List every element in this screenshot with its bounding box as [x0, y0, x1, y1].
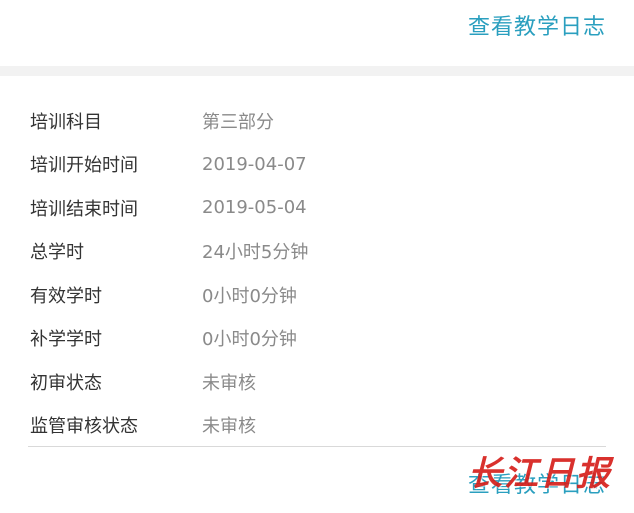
row-value: 2019-04-07 — [202, 153, 307, 175]
info-row-start-time: 培训开始时间 2019-04-07 — [30, 143, 610, 187]
info-row-supervision-review-status: 监管审核状态 未审核 — [30, 404, 610, 448]
row-label: 监管审核状态 — [30, 416, 138, 438]
info-row-makeup-hours: 补学学时 0小时0分钟 — [30, 317, 610, 361]
row-value: 0小时0分钟 — [202, 285, 297, 307]
row-value: 第三部分 — [202, 111, 274, 133]
info-row-subject: 培训科目 第三部分 — [30, 99, 610, 143]
top-bar: 查看教学日志 — [0, 0, 634, 66]
row-label: 补学学时 — [30, 329, 102, 351]
row-label: 总学时 — [30, 242, 84, 264]
row-value: 24小时5分钟 — [202, 242, 309, 264]
row-label: 培训开始时间 — [30, 155, 138, 177]
row-label: 培训结束时间 — [30, 198, 138, 220]
row-value: 未审核 — [202, 372, 256, 394]
row-label: 有效学时 — [30, 285, 102, 307]
row-value: 2019-05-04 — [202, 197, 307, 219]
info-row-end-time: 培训结束时间 2019-05-04 — [30, 186, 610, 230]
row-value: 0小时0分钟 — [202, 329, 297, 351]
view-teaching-log-link-top[interactable]: 查看教学日志 — [468, 9, 606, 41]
info-row-valid-hours: 有效学时 0小时0分钟 — [30, 273, 610, 317]
row-value: 未审核 — [202, 416, 256, 438]
info-row-initial-review-status: 初审状态 未审核 — [30, 360, 610, 404]
row-label: 初审状态 — [30, 372, 102, 394]
row-label: 培训科目 — [30, 111, 102, 133]
page: 查看教学日志 培训科目 第三部分 培训开始时间 2019-04-07 培训结束时… — [0, 0, 634, 513]
info-row-total-hours: 总学时 24小时5分钟 — [30, 230, 610, 274]
newspaper-watermark-logo: 长江日报 — [468, 454, 612, 494]
training-info-list: 培训科目 第三部分 培训开始时间 2019-04-07 培训结束时间 2019-… — [30, 99, 610, 447]
section-divider — [0, 66, 634, 76]
